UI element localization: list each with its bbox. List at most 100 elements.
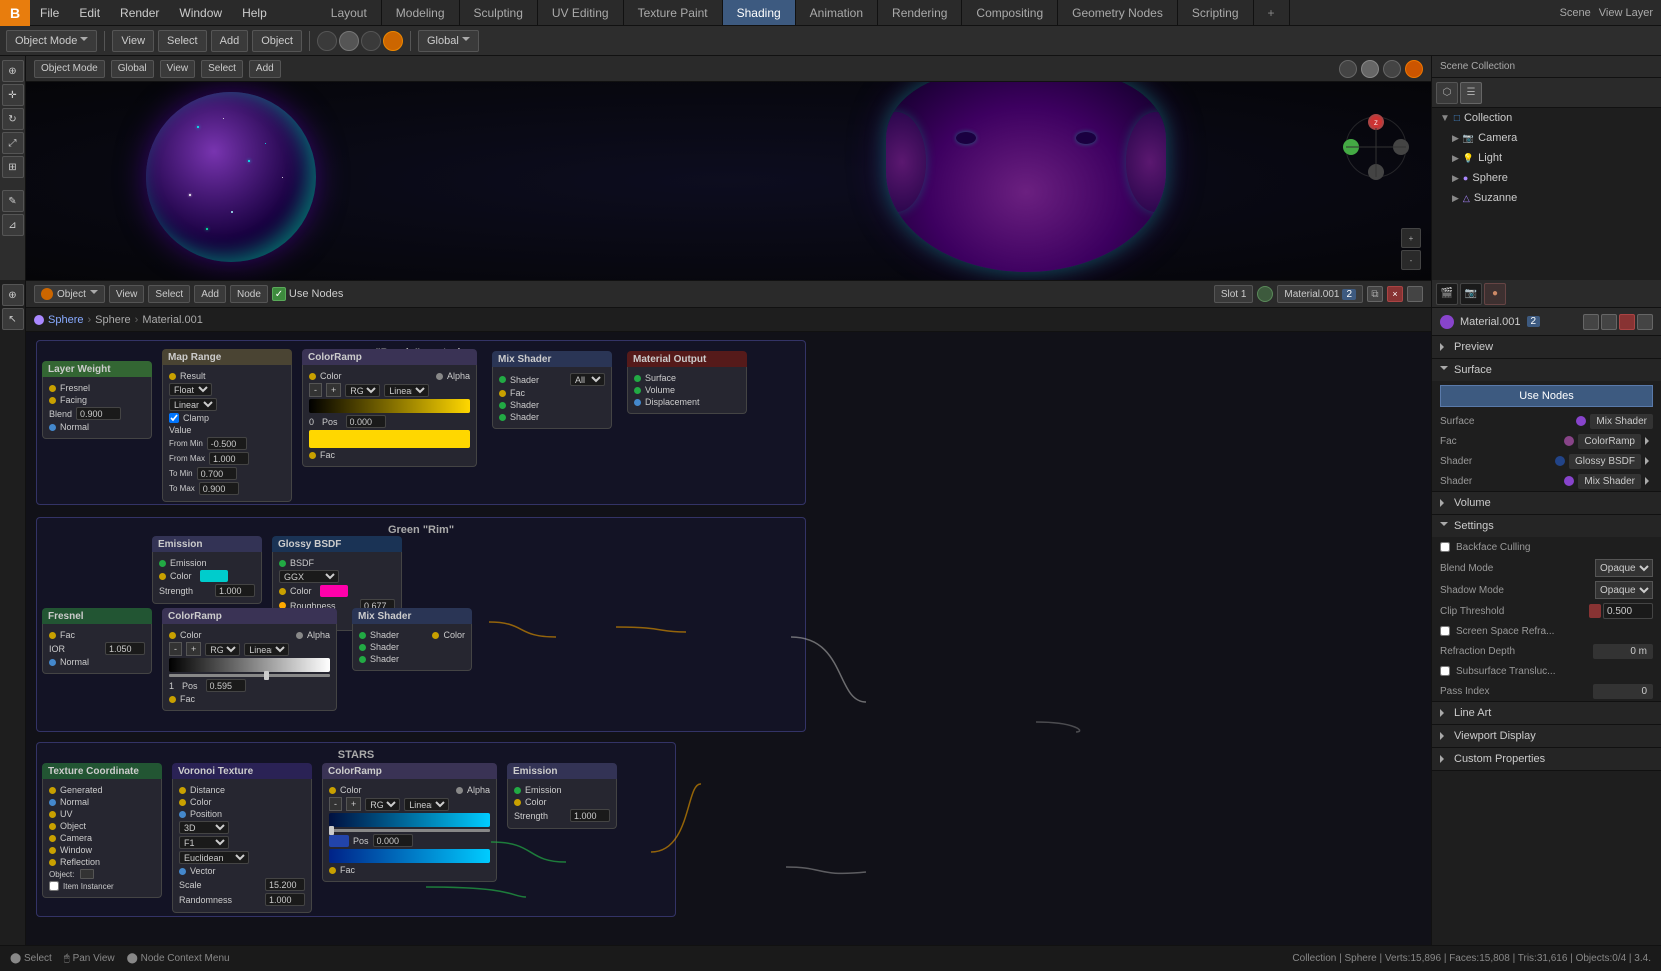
viewport-shader-divider[interactable] [26, 280, 1431, 281]
props-del-btn[interactable] [1619, 314, 1635, 330]
tab-modeling[interactable]: Modeling [382, 0, 460, 25]
socket-crg-color[interactable] [169, 632, 176, 639]
cursor-tool[interactable]: ⊕ [2, 60, 24, 82]
props-volume-title[interactable]: Volume [1432, 492, 1661, 514]
props-settings-title[interactable]: Settings [1432, 515, 1661, 537]
global-btn[interactable]: Global [418, 30, 479, 52]
socket-ms-shader-out[interactable] [499, 376, 506, 383]
cr-minus-btn[interactable]: - [309, 383, 322, 397]
ms-all-select[interactable]: All [570, 373, 605, 386]
vor-scale-input[interactable] [265, 878, 305, 891]
crg-minus-btn[interactable]: - [169, 642, 182, 656]
menu-edit[interactable]: Edit [69, 0, 110, 25]
props-output-icon[interactable]: 📷 [1460, 283, 1482, 305]
material-remove-btn[interactable]: × [1387, 286, 1403, 302]
socket-ems-out[interactable] [514, 787, 521, 794]
props-custom-title[interactable]: Custom Properties [1432, 748, 1661, 770]
zoom-in-btn[interactable]: + [1401, 228, 1421, 248]
socket-vor-dist[interactable] [179, 787, 186, 794]
mr-from-max-input[interactable] [209, 452, 249, 465]
em-color-swatch[interactable] [200, 570, 228, 582]
socket-msg-s1[interactable] [359, 644, 366, 651]
vp-material[interactable] [1383, 60, 1401, 78]
socket-ms-shader1[interactable] [499, 402, 506, 409]
socket-result[interactable] [169, 373, 176, 380]
scene-icon-btn[interactable]: ⬡ [1436, 82, 1458, 104]
filter-icon-btn[interactable]: ☰ [1460, 82, 1482, 104]
crs-slider[interactable] [329, 829, 490, 832]
socket-em-color[interactable] [159, 573, 166, 580]
socket-crg-alpha[interactable] [296, 632, 303, 639]
material-link-btn[interactable]: ⧉ [1367, 286, 1383, 302]
object-btn[interactable]: Object [252, 30, 302, 52]
move-tool[interactable]: ✛ [2, 84, 24, 106]
fac-expand-icon[interactable] [1645, 437, 1653, 445]
tc-obj-picker[interactable] [80, 869, 94, 879]
socket-fr-out[interactable] [49, 632, 56, 639]
glossy-color-swatch[interactable] [320, 585, 348, 597]
socket-tc-uv[interactable] [49, 811, 56, 818]
vor-eucl-select[interactable]: Euclidean [179, 851, 249, 864]
zoom-out-btn[interactable]: - [1401, 250, 1421, 270]
socket-vor-pos[interactable] [179, 811, 186, 818]
props-surface-title[interactable]: Surface [1432, 359, 1661, 381]
props-render-icon[interactable]: 🎬 [1436, 283, 1458, 305]
socket-tc-cam[interactable] [49, 835, 56, 842]
menu-file[interactable]: File [30, 0, 69, 25]
outliner-sphere[interactable]: ▶ ● Sphere [1432, 168, 1661, 188]
socket-cr-fac[interactable] [309, 452, 316, 459]
socket-fr-normal[interactable] [49, 659, 56, 666]
view-btn[interactable]: View [112, 30, 154, 52]
socket-ems-color[interactable] [514, 799, 521, 806]
socket-vor-vec[interactable] [179, 868, 186, 875]
add-btn[interactable]: Add [211, 30, 249, 52]
vor-type-select[interactable]: 3D [179, 821, 229, 834]
fac-value[interactable]: ColorRamp [1578, 434, 1641, 449]
measure-tool[interactable]: ⊿ [2, 214, 24, 236]
material-preview-btn[interactable] [361, 31, 381, 51]
cr-pos-input[interactable] [346, 415, 386, 428]
breadcrumb-mesh[interactable]: Sphere [95, 314, 130, 326]
glossy-ggx-select[interactable]: GGX [279, 570, 339, 583]
clip-threshold-input[interactable] [1603, 603, 1653, 619]
lw-blend-input[interactable] [76, 407, 121, 420]
tab-animation[interactable]: Animation [796, 0, 878, 25]
crg-interp-select[interactable]: Linear [244, 643, 289, 656]
menu-help[interactable]: Help [232, 0, 277, 25]
vp-view[interactable]: Global [111, 60, 154, 78]
props-settings-btn[interactable] [1637, 314, 1653, 330]
socket-crg-fac[interactable] [169, 696, 176, 703]
socket-fresnel[interactable] [49, 385, 56, 392]
annotate-tool[interactable]: ✎ [2, 190, 24, 212]
tab-layout[interactable]: Layout [317, 0, 382, 25]
transform-tool[interactable]: ⊞ [2, 156, 24, 178]
use-nodes-toggle[interactable]: ✓ Use Nodes [272, 287, 343, 301]
socket-ms-shader2[interactable] [499, 414, 506, 421]
navigation-gizmo[interactable]: Z [1341, 112, 1411, 182]
clip-color-btn[interactable] [1589, 604, 1601, 618]
socket-crs-color[interactable] [329, 787, 336, 794]
props-link-btn[interactable] [1583, 314, 1599, 330]
socket-msg-s2[interactable] [359, 656, 366, 663]
shader-object-type[interactable]: Object [34, 285, 105, 303]
socket-lw-normal[interactable] [49, 424, 56, 431]
wireframe-btn[interactable] [317, 31, 337, 51]
socket-out-surface[interactable] [634, 375, 641, 382]
fr-ior-input[interactable] [105, 642, 145, 655]
socket-tc-refl[interactable] [49, 859, 56, 866]
socket-tc-obj[interactable] [49, 823, 56, 830]
socket-tc-win[interactable] [49, 847, 56, 854]
shader-cursor-tool[interactable]: ⊕ [2, 284, 24, 306]
vp-select[interactable]: View [160, 60, 196, 78]
crg-slider-handle[interactable] [264, 671, 269, 680]
vp-add[interactable]: Select [201, 60, 243, 78]
select-btn[interactable]: Select [158, 30, 207, 52]
vp-object[interactable]: Add [249, 60, 281, 78]
material-sphere-icon[interactable] [1257, 286, 1273, 302]
outliner-light[interactable]: ▶ 💡 Light [1432, 148, 1661, 168]
socket-tc-normal[interactable] [49, 799, 56, 806]
outliner-camera[interactable]: ▶ 📷 Camera [1432, 128, 1661, 148]
tab-rendering[interactable]: Rendering [878, 0, 962, 25]
shader2-value[interactable]: Mix Shader [1578, 474, 1641, 489]
tab-texture-paint[interactable]: Texture Paint [624, 0, 723, 25]
